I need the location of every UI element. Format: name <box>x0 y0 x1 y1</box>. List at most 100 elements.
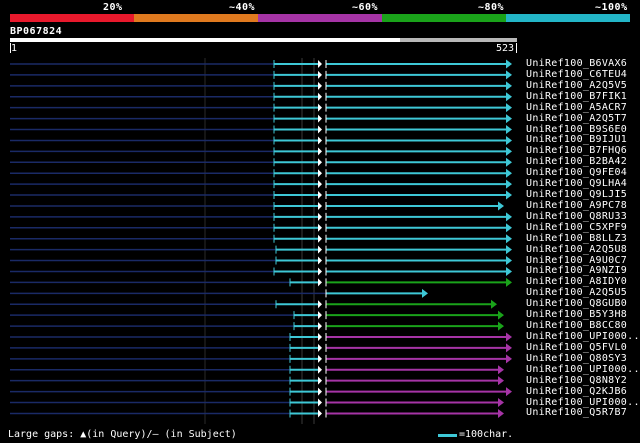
arrowhead-icon <box>318 103 322 112</box>
arrowhead-icon <box>318 365 322 374</box>
arrowhead-icon <box>506 277 512 287</box>
arrowhead-icon <box>318 81 322 90</box>
arrowhead-icon <box>491 299 497 309</box>
arrowhead-icon <box>318 376 322 385</box>
arrowhead-icon <box>506 266 512 276</box>
arrowhead-icon <box>498 365 504 375</box>
hit-label[interactable]: UniRef100_UPI000.. <box>526 364 640 375</box>
arrowhead-icon <box>318 201 322 210</box>
hit-row[interactable] <box>10 398 504 408</box>
hit-row[interactable] <box>10 168 512 178</box>
hit-label[interactable]: UniRef100_A2Q5U5 <box>526 287 627 298</box>
hit-row[interactable] <box>10 179 512 189</box>
arrowhead-icon <box>506 168 512 178</box>
arrowhead-icon <box>318 311 322 320</box>
hit-label[interactable]: UniRef100_UPI000.. <box>526 331 640 342</box>
hit-row[interactable] <box>10 387 512 397</box>
hit-label[interactable]: UniRef100_A2Q5T7 <box>526 113 627 124</box>
hit-label[interactable]: UniRef100_Q9LHA4 <box>526 178 627 189</box>
hit-label[interactable]: UniRef100_Q8N8Y2 <box>526 375 627 386</box>
arrowhead-icon <box>318 158 322 167</box>
hit-row[interactable] <box>10 201 504 211</box>
hit-row[interactable] <box>10 125 512 135</box>
hit-row[interactable] <box>10 310 504 320</box>
arrowhead-icon <box>498 201 504 211</box>
hit-label[interactable]: UniRef100_A8IDY0 <box>526 276 627 287</box>
arrowhead-icon <box>506 343 512 353</box>
hit-row[interactable] <box>10 256 512 266</box>
hit-label[interactable]: UniRef100_B6VAX6 <box>526 58 627 69</box>
hit-row[interactable] <box>10 135 512 145</box>
hit-label[interactable]: UniRef100_B7FHQ6 <box>526 145 627 156</box>
hit-row[interactable] <box>10 92 512 102</box>
hit-label[interactable]: UniRef100_Q9LJI5 <box>526 189 627 200</box>
hit-row[interactable] <box>10 266 512 276</box>
arrowhead-icon <box>318 343 322 352</box>
hit-label[interactable]: UniRef100_Q5R7B7 <box>526 407 627 418</box>
hit-label[interactable]: UniRef100_Q8GUB0 <box>526 298 627 309</box>
hit-label[interactable]: UniRef100_A5ACR7 <box>526 102 627 113</box>
hit-label[interactable]: UniRef100_A9PC78 <box>526 200 627 211</box>
hit-row[interactable] <box>10 343 512 353</box>
arrowhead-icon <box>506 70 512 80</box>
arrowhead-icon <box>318 147 322 156</box>
arrowhead-icon <box>506 387 512 397</box>
arrowhead-icon <box>318 191 322 200</box>
hit-label[interactable]: UniRef100_B2BA42 <box>526 156 627 167</box>
arrowhead-icon <box>506 157 512 167</box>
arrowhead-icon <box>318 169 322 178</box>
hit-label[interactable]: UniRef100_Q80SY3 <box>526 353 627 364</box>
hit-row[interactable] <box>10 157 512 167</box>
hit-label[interactable]: UniRef100_B8CC80 <box>526 320 627 331</box>
hit-label[interactable]: UniRef100_Q5FVL0 <box>526 342 627 353</box>
hit-label[interactable]: UniRef100_A2Q5U8 <box>526 244 627 255</box>
arrowhead-icon <box>318 256 322 265</box>
hit-label[interactable]: UniRef100_Q2KJB6 <box>526 386 627 397</box>
hit-label[interactable]: UniRef100_UPI000.. <box>526 397 640 408</box>
hit-row[interactable] <box>10 70 512 80</box>
hit-label[interactable]: UniRef100_A2Q5V5 <box>526 80 627 91</box>
hit-label[interactable]: UniRef100_B5Y3H8 <box>526 309 627 320</box>
arrowhead-icon <box>318 60 322 68</box>
hit-row[interactable] <box>10 212 512 222</box>
hit-row[interactable] <box>10 81 512 91</box>
arrowhead-icon <box>318 114 322 123</box>
hit-label[interactable]: UniRef100_B9S6E0 <box>526 124 627 135</box>
hit-row[interactable] <box>10 376 504 386</box>
hit-row[interactable] <box>10 245 512 255</box>
hit-row[interactable] <box>10 321 504 331</box>
hit-row[interactable] <box>10 234 512 244</box>
hit-row[interactable] <box>10 114 512 124</box>
hit-row[interactable] <box>10 103 512 113</box>
hit-label[interactable]: UniRef100_B8LLZ3 <box>526 233 627 244</box>
hit-label[interactable]: UniRef100_A9U0C7 <box>526 255 627 266</box>
arrowhead-icon <box>498 376 504 386</box>
arrowhead-icon <box>318 333 322 341</box>
arrowhead-icon <box>498 310 504 320</box>
hit-row[interactable] <box>10 59 512 69</box>
hit-row[interactable] <box>10 288 428 298</box>
arrowhead-icon <box>498 321 504 331</box>
arrowhead-icon <box>506 245 512 255</box>
arrowhead-icon <box>506 223 512 233</box>
hit-row[interactable] <box>10 365 504 375</box>
hit-label[interactable]: UniRef100_C5XPF9 <box>526 222 627 233</box>
hit-row[interactable] <box>10 354 512 364</box>
hit-label[interactable]: UniRef100_B9IJU1 <box>526 134 627 145</box>
hit-row[interactable] <box>10 332 512 342</box>
hit-row[interactable] <box>10 408 504 418</box>
arrowhead-icon <box>318 300 322 309</box>
hit-label[interactable]: UniRef100_A9NZI9 <box>526 265 627 276</box>
arrowhead-icon <box>318 136 322 145</box>
arrowhead-icon <box>506 81 512 91</box>
hit-label[interactable]: UniRef100_B7FIK1 <box>526 91 627 102</box>
hit-row[interactable] <box>10 277 512 287</box>
hit-label[interactable]: UniRef100_Q8RU33 <box>526 211 627 222</box>
hit-label[interactable]: UniRef100_Q9FE04 <box>526 167 627 178</box>
hit-row[interactable] <box>10 299 497 309</box>
arrowhead-icon <box>506 125 512 135</box>
hit-row[interactable] <box>10 223 512 233</box>
hit-row[interactable] <box>10 190 512 200</box>
hit-label[interactable]: UniRef100_C6TEU4 <box>526 69 627 80</box>
hit-row[interactable] <box>10 146 512 156</box>
